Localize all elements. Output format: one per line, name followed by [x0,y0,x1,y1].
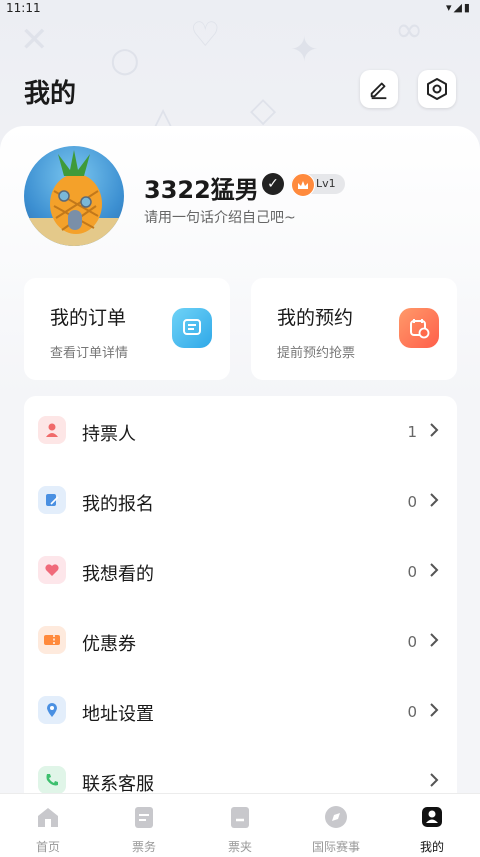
tab-label: 国际赛事 [311,840,360,854]
my-reservations-subtitle: 提前预约抢票 [277,346,356,361]
edit-doc-icon [38,486,66,514]
my-orders-card[interactable]: 我的订单 查看订单详情 [24,278,230,380]
bio-text: 请用一句话介绍自己吧~ [144,210,296,226]
username: 3322猛男 [144,176,259,204]
tab-label: 票夹 [227,840,252,854]
doodle: ○ [110,40,140,80]
doodle: ♡ [190,15,221,55]
menu-item-count: 1 [407,423,417,441]
profile-icon [422,807,442,827]
menu-item-count: 0 [407,633,417,651]
compass-icon [325,806,347,828]
my-orders-title: 我的订单 [50,307,127,329]
crown-icon [291,173,315,197]
menu-list: 持票人 1 我的报名 0 我想看的 0 优惠券 0 地址设置 0 联系客服 [24,396,457,816]
tab-home[interactable]: 首页 [0,794,96,857]
tab-label: 我的 [419,840,444,854]
settings-button[interactable] [418,70,456,108]
chevron-right-icon [430,493,439,507]
tab-label: 首页 [35,840,60,854]
menu-item-label: 持票人 [82,424,136,445]
my-reservations-card[interactable]: 我的预约 提前预约抢票 [251,278,457,380]
avatar[interactable] [24,146,124,246]
home-icon [38,808,58,827]
level-badge: Lv1 [291,173,345,197]
pencil-icon [370,82,387,100]
verified-icon: ✓ [262,173,284,195]
ticket-icon [38,626,66,654]
chevron-right-icon [430,423,439,437]
doodle: ◇ [250,90,277,130]
menu-item-ticket-holders[interactable]: 持票人 1 [24,396,457,466]
menu-item-my-registrations[interactable]: 我的报名 0 [24,466,457,536]
gear-icon [427,78,447,100]
pineapple-house-image [24,150,124,246]
doodle: ✦ [290,30,319,70]
edit-button[interactable] [360,70,398,108]
menu-item-label: 我的报名 [82,494,154,515]
wallet-icon [231,807,249,828]
menu-item-label: 地址设置 [82,704,154,725]
chevron-right-icon [430,773,439,787]
tickets-icon [135,807,153,828]
chevron-right-icon [430,703,439,717]
menu-item-want-to-see[interactable]: 我想看的 0 [24,536,457,606]
menu-item-label: 优惠券 [82,634,136,655]
menu-item-count: 0 [407,563,417,581]
tab-label: 票务 [131,840,156,854]
person-icon [38,416,66,444]
doodle: ✕ [20,20,49,60]
order-list-icon [172,308,212,348]
tab-ticket-wallet[interactable]: 票夹 [192,794,288,857]
menu-item-address-settings[interactable]: 地址设置 0 [24,676,457,746]
menu-item-coupons[interactable]: 优惠券 0 [24,606,457,676]
tab-tickets[interactable]: 票务 [96,794,192,857]
calendar-clock-icon [399,308,439,348]
level-text: Lv1 [316,177,336,190]
bottom-tab-bar: 首页 票务 票夹 国际赛事 我的 [0,793,480,857]
menu-item-count: 0 [407,493,417,511]
chevron-right-icon [430,633,439,647]
tab-profile[interactable]: 我的 [384,794,480,857]
location-icon [38,696,66,724]
tab-international-events[interactable]: 国际赛事 [288,794,384,857]
status-time: 11:11 [6,1,41,15]
page-title: 我的 [24,79,77,109]
phone-icon [38,766,66,794]
menu-item-count: 0 [407,703,417,721]
chevron-right-icon [430,563,439,577]
menu-item-label: 我想看的 [82,564,154,585]
status-bar: 11:11 ▾◢▮ [0,0,480,18]
status-icons: ▾◢▮ [445,1,472,14]
my-orders-subtitle: 查看订单详情 [50,346,129,361]
my-reservations-title: 我的预约 [277,307,354,329]
heart-icon [38,556,66,584]
